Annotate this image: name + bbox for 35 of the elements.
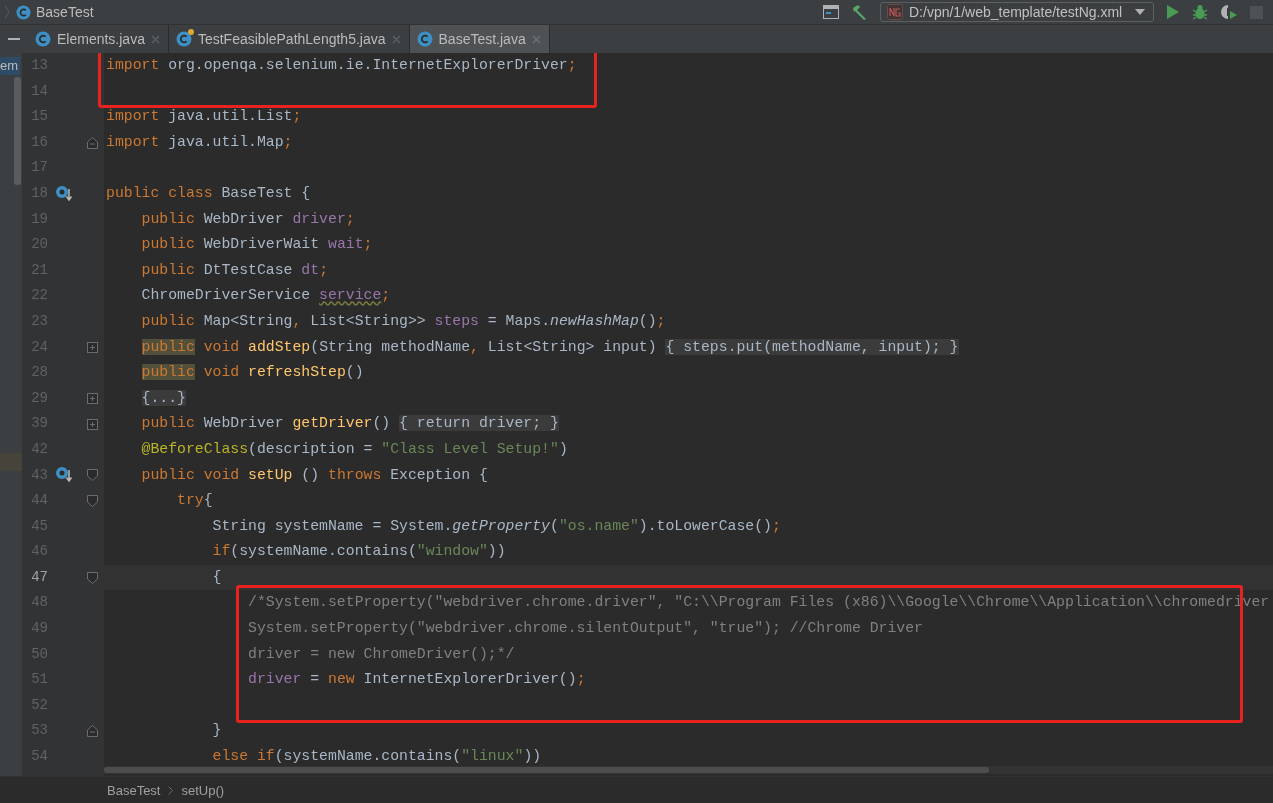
fold-start-icon[interactable] (86, 494, 98, 507)
hammer-icon[interactable] (851, 3, 868, 21)
fold-end-icon[interactable] (86, 725, 98, 738)
close-icon[interactable] (391, 34, 401, 44)
implemented-icon[interactable] (55, 466, 73, 485)
window-icon[interactable] (823, 5, 839, 19)
debug-icon[interactable] (1192, 4, 1208, 20)
class-icon (35, 31, 51, 47)
run-configuration-dropdown[interactable]: D:/vpn/1/web_template/testNg.xml (880, 2, 1154, 22)
class-icon (16, 4, 31, 20)
run-icon[interactable] (1166, 4, 1180, 20)
fold-start-icon[interactable] (86, 571, 98, 584)
fold-end-icon[interactable] (86, 136, 98, 149)
breadcrumb[interactable]: setUp() (181, 782, 225, 798)
coverage-icon[interactable] (1220, 4, 1238, 20)
class-icon (416, 31, 433, 47)
scrollbar-thumb[interactable] (14, 77, 21, 185)
fold-start-icon[interactable] (86, 469, 98, 482)
testng-icon (887, 4, 903, 20)
caret-icon (1135, 9, 1145, 15)
expand-icon[interactable] (86, 418, 98, 430)
chevron-icon (4, 5, 10, 19)
close-icon[interactable] (150, 34, 160, 44)
breadcrumb[interactable]: BaseTest (107, 782, 161, 798)
horizontal-scrollbar[interactable] (104, 766, 1273, 774)
class-name[interactable]: BaseTest (36, 4, 94, 20)
separator-icon (168, 785, 174, 795)
close-icon[interactable] (531, 34, 541, 44)
expand-icon[interactable] (86, 341, 98, 353)
editor-tab[interactable]: BaseTest.java (409, 25, 550, 53)
line-number: 47 (30, 567, 48, 587)
expand-icon[interactable] (86, 393, 98, 404)
class-icon (175, 31, 192, 47)
implemented-icon[interactable] (55, 184, 73, 203)
project-panel-label[interactable]: em (0, 57, 21, 75)
